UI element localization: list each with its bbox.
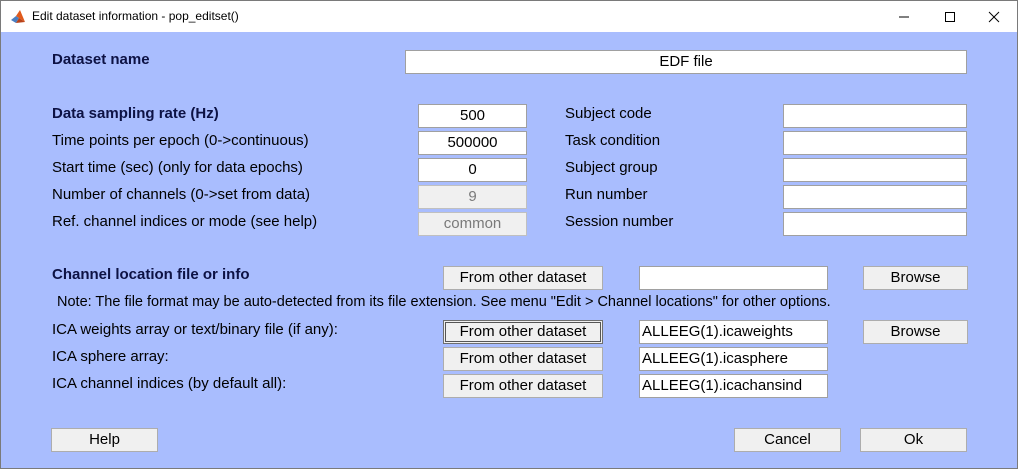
dataset-name-label: Dataset name	[52, 51, 150, 68]
ref-channel-input: common	[418, 212, 527, 236]
session-number-label: Session number	[565, 213, 674, 230]
subject-group-input[interactable]	[783, 158, 967, 182]
time-points-input[interactable]: 500000	[418, 131, 527, 155]
num-channels-input: 9	[418, 185, 527, 209]
matlab-icon	[10, 9, 26, 25]
ica-chansind-from-other-button[interactable]: From other dataset	[443, 374, 603, 398]
close-icon	[988, 11, 1000, 22]
ica-sphere-label: ICA sphere array:	[52, 348, 169, 365]
chanlocs-from-other-button[interactable]: From other dataset	[443, 266, 603, 290]
task-condition-label: Task condition	[565, 132, 661, 149]
session-number-input[interactable]	[783, 212, 967, 236]
run-number-label: Run number	[565, 186, 648, 203]
chanlocs-label: Channel location file or info	[52, 266, 250, 283]
chanlocs-note: Note: The file format may be auto-detect…	[57, 294, 831, 310]
ica-chansind-input[interactable]: ALLEEG(1).icachansind	[639, 374, 828, 398]
ica-sphere-input[interactable]: ALLEEG(1).icasphere	[639, 347, 828, 371]
ica-weights-from-other-button[interactable]: From other dataset	[443, 320, 603, 344]
ica-sphere-from-other-button[interactable]: From other dataset	[443, 347, 603, 371]
task-condition-input[interactable]	[783, 131, 967, 155]
window-title: Edit dataset information - pop_editset()	[32, 9, 239, 23]
close-button[interactable]	[971, 1, 1017, 32]
help-button[interactable]: Help	[51, 428, 158, 452]
ica-weights-input[interactable]: ALLEEG(1).icaweights	[639, 320, 828, 344]
chanlocs-browse-button[interactable]: Browse	[863, 266, 968, 290]
subject-code-label: Subject code	[565, 105, 652, 122]
minimize-icon	[899, 16, 909, 17]
subject-code-input[interactable]	[783, 104, 967, 128]
start-time-label: Start time (sec) (only for data epochs)	[52, 159, 303, 176]
maximize-button[interactable]	[927, 1, 973, 32]
sampling-rate-input[interactable]: 500	[418, 104, 527, 128]
sampling-rate-label: Data sampling rate (Hz)	[52, 105, 219, 122]
ok-button[interactable]: Ok	[860, 428, 967, 452]
ica-chansind-label: ICA channel indices (by default all):	[52, 375, 287, 392]
maximize-icon	[945, 11, 955, 22]
chanlocs-input[interactable]	[639, 266, 828, 290]
ica-weights-browse-button[interactable]: Browse	[863, 320, 968, 344]
title-bar: Edit dataset information - pop_editset()	[1, 1, 1017, 32]
dialog-window: Edit dataset information - pop_editset()…	[0, 0, 1018, 469]
ref-channel-label: Ref. channel indices or mode (see help)	[52, 213, 318, 230]
dataset-name-input[interactable]: EDF file	[405, 50, 967, 74]
run-number-input[interactable]	[783, 185, 967, 209]
minimize-button[interactable]	[881, 1, 927, 32]
subject-group-label: Subject group	[565, 159, 658, 176]
cancel-button[interactable]: Cancel	[734, 428, 841, 452]
num-channels-label: Number of channels (0->set from data)	[52, 186, 311, 203]
start-time-input[interactable]: 0	[418, 158, 527, 182]
ica-weights-label: ICA weights array or text/binary file (i…	[52, 321, 338, 338]
time-points-label: Time points per epoch (0->continuous)	[52, 132, 309, 149]
